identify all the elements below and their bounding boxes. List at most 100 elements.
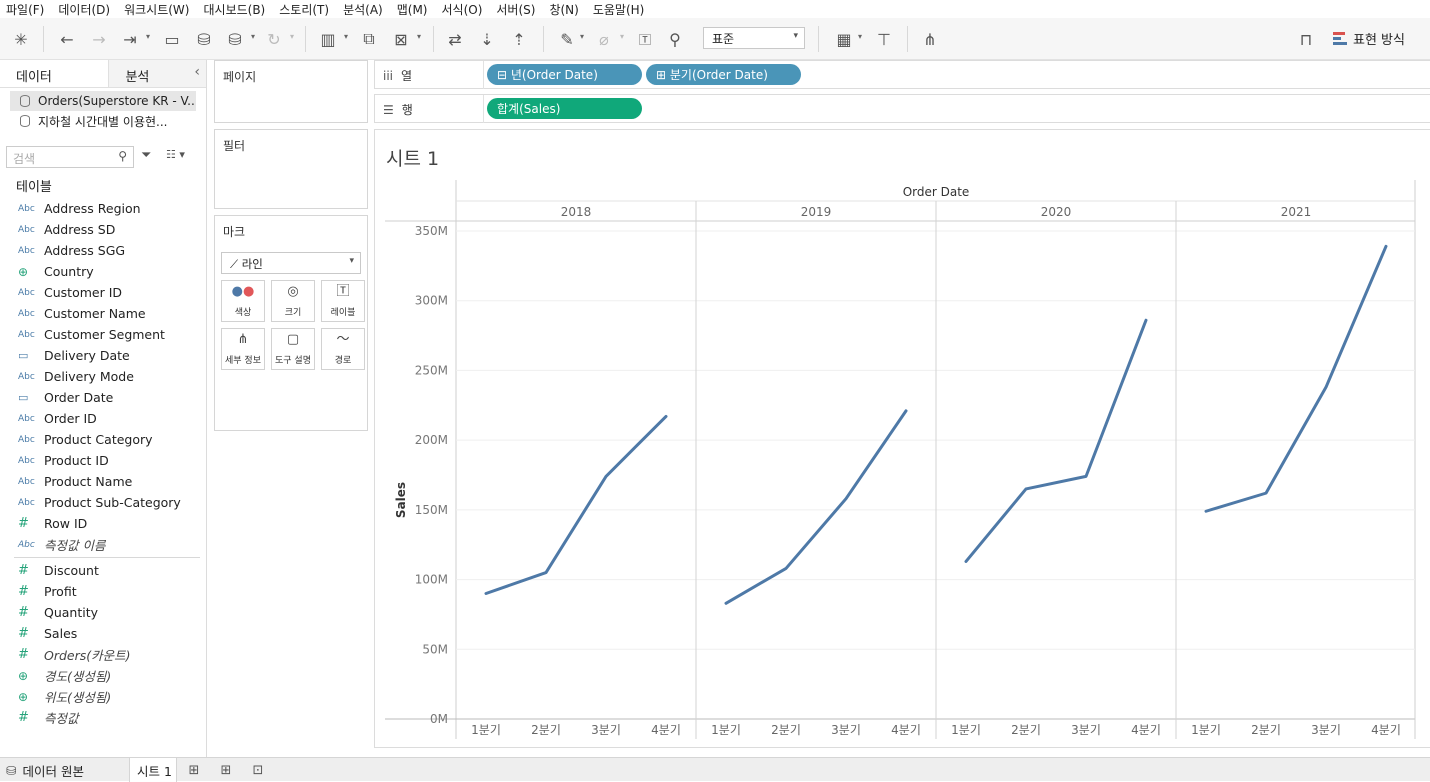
- path-button[interactable]: 〜 경로: [321, 328, 365, 370]
- field-item[interactable]: # 측정값: [0, 707, 206, 728]
- menu-item[interactable]: 파일(F): [0, 0, 52, 18]
- field-item[interactable]: # Row ID: [0, 513, 206, 534]
- refresh-icon[interactable]: ↻: [262, 27, 286, 51]
- menu-item[interactable]: 맵(M): [391, 0, 436, 18]
- string-type-icon: Abc: [18, 434, 35, 445]
- menu-item[interactable]: 서식(O): [436, 0, 491, 18]
- worksheet-view[interactable]: 시트 1 Order Date 0M 50M 100M 150M 200M 250M 300M…: [374, 129, 1430, 748]
- mark-type-select[interactable]: ⟋ 라인 ▾: [221, 252, 361, 274]
- group-dropdown-icon[interactable]: ▾: [620, 32, 624, 41]
- presentation-mode-icon[interactable]: ⊤: [872, 27, 896, 51]
- rows-shelf[interactable]: ☰ 행 합계(Sales): [374, 94, 1430, 123]
- menu-item[interactable]: 도움말(H): [587, 0, 653, 18]
- row-pill-sales[interactable]: 합계(Sales): [487, 98, 642, 119]
- refresh-dropdown-icon[interactable]: ▾: [290, 32, 294, 41]
- show-cards-icon[interactable]: ▦: [832, 27, 856, 51]
- fit-select[interactable]: 표준 ▾: [703, 27, 805, 49]
- size-button[interactable]: ◎ 크기: [271, 280, 315, 322]
- group-icon[interactable]: ⌀: [592, 27, 616, 51]
- field-item[interactable]: ▭ Delivery Date: [0, 345, 206, 366]
- filters-card[interactable]: 필터: [214, 129, 368, 209]
- label-button[interactable]: 🅃 레이블: [321, 280, 365, 322]
- field-item[interactable]: Abc Product Name: [0, 471, 206, 492]
- field-item[interactable]: Abc 측정값 이름: [0, 534, 206, 555]
- menu-item[interactable]: 창(N): [543, 0, 586, 18]
- tooltip-button[interactable]: ▢ 도구 설명: [271, 328, 315, 370]
- menu-item[interactable]: 워크시트(W): [118, 0, 197, 18]
- datasource-tab[interactable]: ⛁ 데이터 원본: [6, 758, 84, 782]
- search-input[interactable]: 검색 ⚲: [6, 146, 134, 168]
- filter-icon[interactable]: ⏷: [141, 148, 151, 163]
- columns-shelf[interactable]: iii 열 ⊟ 년(Order Date) ⊞ 분기(Order Date): [374, 60, 1430, 89]
- new-dashboard-icon[interactable]: ⊞: [218, 762, 234, 778]
- share-icon[interactable]: ⋔: [918, 27, 942, 51]
- string-type-icon: Abc: [18, 329, 35, 340]
- tableau-logo-icon[interactable]: ✳: [9, 27, 33, 51]
- menu-item[interactable]: 분석(A): [337, 0, 391, 18]
- field-item[interactable]: Abc Customer Segment: [0, 324, 206, 345]
- new-datasource-icon[interactable]: ⛁: [192, 27, 216, 51]
- field-item[interactable]: # Quantity: [0, 602, 206, 623]
- field-item[interactable]: Abc Address SD: [0, 219, 206, 240]
- pages-card[interactable]: 페이지: [214, 60, 368, 123]
- replay-icon[interactable]: ⇥: [118, 27, 142, 51]
- sales-line-chart[interactable]: Order Date 0M 50M 100M 150M 200M 250M 300M 350M S…: [375, 130, 1430, 749]
- new-worksheet-icon[interactable]: ⊞: [186, 762, 202, 778]
- show-cards-dropdown-icon[interactable]: ▾: [858, 32, 862, 41]
- datasource-item[interactable]: Orders(Superstore KR - V...: [10, 91, 196, 111]
- field-item[interactable]: Abc Address Region: [0, 198, 206, 219]
- field-item[interactable]: ⊕ Country: [0, 261, 206, 282]
- duplicate-sheet-icon[interactable]: ⧉: [357, 27, 381, 51]
- show-me-button[interactable]: 표현 방식: [1333, 29, 1405, 48]
- clear-sheet-icon[interactable]: ⊠: [389, 27, 413, 51]
- clear-dropdown-icon[interactable]: ▾: [417, 32, 421, 41]
- sort-descending-icon[interactable]: ⇡: [507, 27, 531, 51]
- field-item[interactable]: Abc Order ID: [0, 408, 206, 429]
- tab-analytics[interactable]: 분석: [109, 60, 206, 87]
- field-item[interactable]: Abc Delivery Mode: [0, 366, 206, 387]
- swap-rows-columns-icon[interactable]: ⇄: [443, 27, 467, 51]
- pause-updates-icon[interactable]: ⛁: [223, 27, 247, 51]
- menu-item[interactable]: 서버(S): [490, 0, 543, 18]
- pause-dropdown-icon[interactable]: ▾: [251, 32, 255, 41]
- field-item[interactable]: Abc Customer ID: [0, 282, 206, 303]
- show-labels-icon[interactable]: 🅃: [633, 27, 657, 51]
- menu-item[interactable]: 스토리(T): [273, 0, 337, 18]
- field-item[interactable]: Abc Product ID: [0, 450, 206, 471]
- collapse-pane-icon[interactable]: ‹: [194, 64, 200, 80]
- field-item[interactable]: ▭ Order Date: [0, 387, 206, 408]
- field-item[interactable]: ⊕ 경도(생성됨): [0, 665, 206, 686]
- sort-ascending-icon[interactable]: ⇣: [475, 27, 499, 51]
- new-worksheet-dropdown-icon[interactable]: ▾: [344, 32, 348, 41]
- menu-item[interactable]: 대시보드(B): [197, 0, 273, 18]
- highlight-icon[interactable]: ✎: [555, 27, 579, 51]
- menu-item[interactable]: 데이터(D): [52, 0, 118, 18]
- redo-icon[interactable]: →: [87, 27, 111, 51]
- string-type-icon: Abc: [18, 203, 35, 214]
- field-item[interactable]: # Discount: [0, 560, 206, 581]
- undo-icon[interactable]: ←: [55, 27, 79, 51]
- color-button[interactable]: ●● 색상: [221, 280, 265, 322]
- highlight-dropdown-icon[interactable]: ▾: [580, 32, 584, 41]
- new-story-icon[interactable]: ⊡: [250, 762, 266, 778]
- replay-dropdown-icon[interactable]: ▾: [146, 32, 150, 41]
- new-worksheet-icon[interactable]: ▥: [316, 27, 340, 51]
- tab-data[interactable]: 데이터: [0, 60, 110, 87]
- pin-axes-icon[interactable]: ⚲: [663, 27, 687, 51]
- datasource-item[interactable]: 지하철 시간대별 이용현...: [0, 111, 206, 131]
- field-item[interactable]: # Profit: [0, 581, 206, 602]
- field-item[interactable]: # Sales: [0, 623, 206, 644]
- detail-button[interactable]: ⋔ 세부 정보: [221, 328, 265, 370]
- column-pill-quarter[interactable]: ⊞ 분기(Order Date): [646, 64, 801, 85]
- field-item[interactable]: Abc Customer Name: [0, 303, 206, 324]
- field-item[interactable]: Abc Product Sub-Category: [0, 492, 206, 513]
- sheet-tab[interactable]: 시트 1: [129, 758, 177, 782]
- field-item[interactable]: Abc Address SGG: [0, 240, 206, 261]
- field-item[interactable]: Abc Product Category: [0, 429, 206, 450]
- field-item[interactable]: ⊕ 위도(생성됨): [0, 686, 206, 707]
- view-options-icon[interactable]: ☷ ▾: [166, 148, 185, 161]
- format-painter-icon[interactable]: ⊓: [1294, 27, 1318, 51]
- column-pill-year[interactable]: ⊟ 년(Order Date): [487, 64, 642, 85]
- field-item[interactable]: # Orders(카운트): [0, 644, 206, 665]
- save-icon[interactable]: ▭: [160, 27, 184, 51]
